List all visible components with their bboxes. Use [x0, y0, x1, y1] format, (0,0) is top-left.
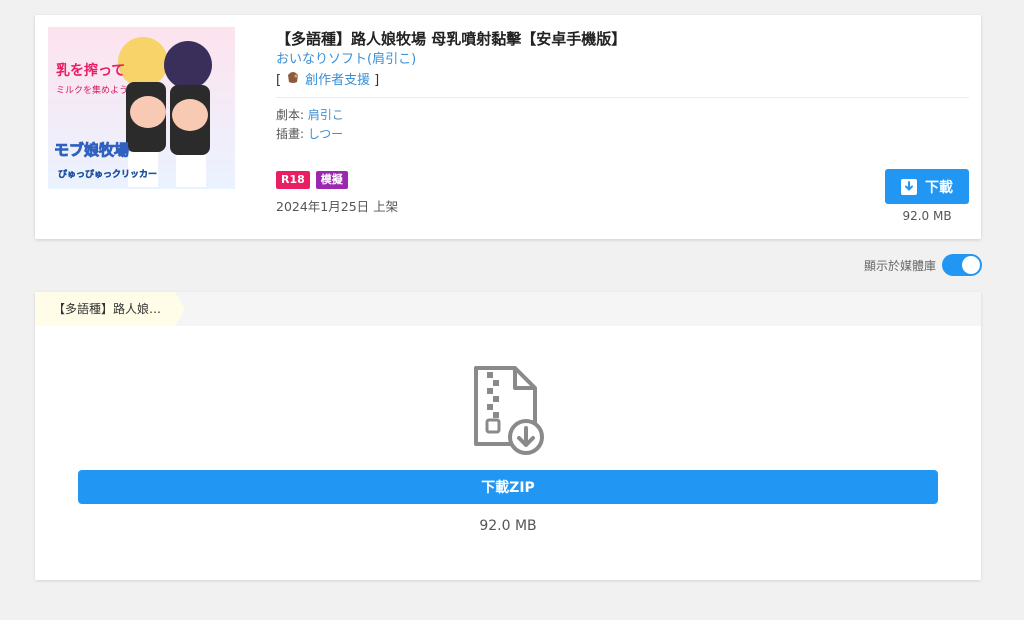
media-library-label: 顯示於媒體庫: [863, 258, 936, 273]
tag-r18[interactable]: R18: [276, 171, 310, 189]
scenario-credit: 劇本: 肩引こ: [276, 106, 969, 125]
creator-support: [ 創作者支援 ]: [276, 70, 969, 91]
media-library-toggle-row: 顯示於媒體庫: [864, 254, 982, 276]
cover-illustration: 乳を搾って ミルクを集めよう モブ娘牧場 ぴゅっぴゅっクリッカー: [48, 27, 235, 189]
circle-link[interactable]: おいなりソフト(肩引こ): [276, 50, 969, 70]
work-info: 【多語種】路人娘牧場 母乳噴射黏擊【安卓手機版】 おいなりソフト(肩引こ) [ …: [276, 28, 969, 144]
release-date: 2024年1月25日 上架: [276, 199, 399, 214]
panel-tab[interactable]: 【多語種】路人娘…: [35, 292, 185, 326]
download-label: 下載: [925, 179, 953, 196]
work-card: 乳を搾って ミルクを集めよう モブ娘牧場 ぴゅっぴゅっクリッカー 【多語種】路人…: [35, 15, 981, 239]
illustration-link[interactable]: しつー: [308, 127, 343, 141]
illustration-credit: 插畫: しつー: [276, 125, 969, 144]
illustration-label: 插畫:: [276, 127, 308, 141]
panel-header: 【多語種】路人娘…: [35, 292, 981, 326]
file-size: 92.0 MB: [902, 209, 952, 223]
download-button[interactable]: 下載: [885, 169, 969, 204]
download-icon: [901, 178, 917, 195]
bracket-open: [: [276, 72, 282, 88]
work-title[interactable]: 【多語種】路人娘牧場 母乳噴射黏擊【安卓手機版】: [276, 28, 969, 50]
cover-logo-text: モブ娘牧場: [54, 141, 129, 159]
scenario-label: 劇本:: [276, 108, 308, 122]
cover-text: ミルクを集めよう: [56, 84, 128, 96]
pot-icon: [285, 70, 301, 91]
creator-support-link[interactable]: 創作者支援: [305, 71, 370, 91]
zip-file-size: 92.0 MB: [479, 518, 537, 534]
media-library-toggle[interactable]: [942, 254, 982, 276]
cover-text: 乳を搾って: [56, 62, 125, 79]
download-panel: 【多語種】路人娘… 下載ZIP 92.0 MB: [35, 292, 981, 580]
cover-logo-subtext: ぴゅっぴゅっクリッカー: [58, 168, 157, 180]
tag-simulation[interactable]: 模擬: [315, 171, 348, 189]
divider: [276, 97, 969, 98]
download-zip-button[interactable]: 下載ZIP: [78, 470, 938, 504]
tag-list: R18 模擬: [276, 171, 348, 189]
zip-file-icon: [471, 364, 545, 458]
toggle-knob: [962, 256, 980, 274]
bracket-close: ]: [374, 72, 380, 88]
cover-image[interactable]: 乳を搾って ミルクを集めよう モブ娘牧場 ぴゅっぴゅっクリッカー: [48, 27, 235, 189]
scenario-link[interactable]: 肩引こ: [308, 108, 344, 122]
